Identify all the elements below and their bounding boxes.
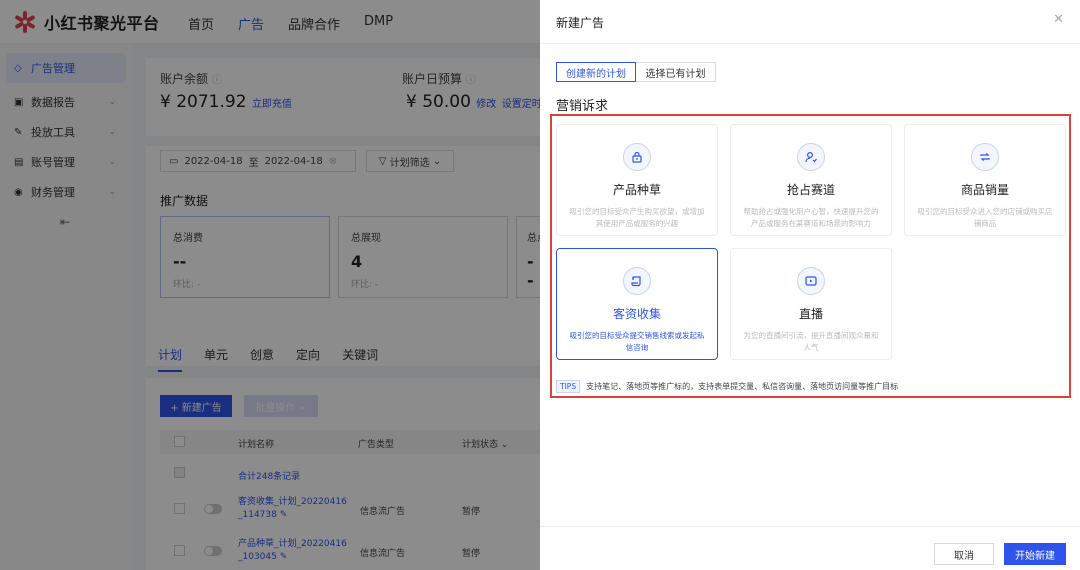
- marketing-goal-title: 营销诉求: [556, 99, 609, 114]
- refresh-icon: [971, 143, 999, 171]
- objective-card-lead-collection[interactable]: 客资收集 吸引您的目标受众提交销售线索或发起私信咨询: [556, 248, 718, 360]
- scroll-icon: [623, 267, 651, 295]
- objective-name: 商品销量: [960, 183, 1009, 197]
- objective-desc: 吸引您的目标受众产生购买欲望，或增加其使用产品或服务的兴趣: [569, 207, 705, 228]
- live-icon: [797, 267, 825, 295]
- modal-overlay[interactable]: [0, 0, 540, 570]
- objective-name: 抢占赛道: [786, 183, 835, 197]
- objective-name: 直播: [798, 307, 823, 321]
- create-new-plan-option[interactable]: 创建新的计划: [556, 62, 636, 82]
- new-ad-drawer: 新建广告 ✕ 创建新的计划 选择已有计划 营销诉求 产品种草 吸引您的目标受众产…: [540, 0, 1080, 570]
- tips-text: 支持笔记、落地页等推广标的，支持表单提交量、私信咨询量、落地页访问量等推广目标: [586, 382, 899, 391]
- objective-desc: 吸引您的目标受众进入您的店铺或购买店铺商品: [917, 207, 1053, 228]
- lock-icon: [623, 143, 651, 171]
- close-icon[interactable]: ✕: [1053, 12, 1064, 27]
- start-create-button[interactable]: 开始新建: [1004, 543, 1066, 565]
- objective-desc: 为您的直播间引流，提升直播间观众量和人气: [743, 331, 879, 352]
- cancel-button[interactable]: 取消: [934, 543, 994, 565]
- objective-desc: 吸引您的目标受众提交销售线索或发起私信咨询: [569, 331, 705, 352]
- plan-mode-switch: 创建新的计划 选择已有计划: [556, 62, 716, 82]
- tips-line: TIPS 支持笔记、落地页等推广标的，支持表单提交量、私信咨询量、落地页访问量等…: [556, 380, 898, 393]
- objective-card-product-sales[interactable]: 商品销量 吸引您的目标受众进入您的店铺或购买店铺商品: [904, 124, 1066, 236]
- drawer-title: 新建广告: [556, 16, 605, 30]
- objective-card-seize-track[interactable]: 抢占赛道 帮助抢占或强化用户心智，快速提升您的产品或服务在某赛道和场景的影响力: [730, 124, 892, 236]
- objective-card-product-seeding[interactable]: 产品种草 吸引您的目标受众产生购买欲望，或增加其使用产品或服务的兴趣: [556, 124, 718, 236]
- user-icon: [797, 143, 825, 171]
- select-existing-plan-option[interactable]: 选择已有计划: [636, 62, 716, 82]
- objective-name: 产品种草: [612, 183, 661, 197]
- tips-badge: TIPS: [556, 380, 581, 393]
- objective-desc: 帮助抢占或强化用户心智，快速提升您的产品或服务在某赛道和场景的影响力: [743, 207, 879, 228]
- objective-name: 客资收集: [612, 307, 661, 321]
- objective-card-live[interactable]: 直播 为您的直播间引流，提升直播间观众量和人气: [730, 248, 892, 360]
- divider: [540, 43, 1080, 44]
- divider: [540, 526, 1080, 527]
